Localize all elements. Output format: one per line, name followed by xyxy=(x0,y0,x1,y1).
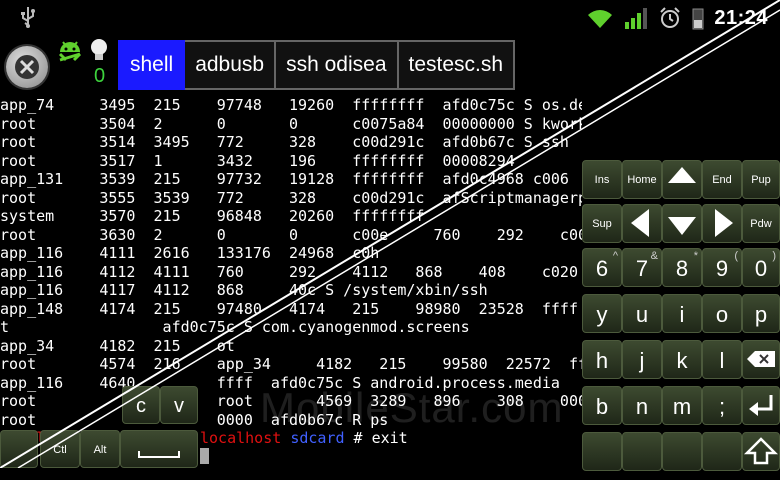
close-button[interactable] xyxy=(6,46,48,88)
key-m[interactable]: m xyxy=(662,386,702,425)
key-semicolon[interactable]: ; xyxy=(702,386,742,425)
session-tabs: shell adbusb ssh odisea testesc.sh xyxy=(118,40,516,90)
tab-testesc[interactable]: testesc.sh xyxy=(398,40,516,90)
key-h[interactable]: h xyxy=(582,340,622,379)
prompt-host: localhost xyxy=(200,429,282,447)
terminal-line: root 0000 afd0b67c R ps xyxy=(0,410,389,429)
tab-shell[interactable]: shell xyxy=(118,40,186,90)
key-c[interactable]: c xyxy=(122,386,160,424)
signal-icon xyxy=(625,8,648,29)
key-ctl[interactable]: Ctl xyxy=(40,430,80,468)
terminal-line: t afd0c75c S com.cyanogenmod.screens xyxy=(0,318,470,336)
tab-ssh-odisea[interactable]: ssh odisea xyxy=(276,40,399,90)
tab-adbusb[interactable]: adbusb xyxy=(185,40,277,90)
usb-icon xyxy=(21,7,35,28)
key-alt[interactable]: Alt xyxy=(80,430,120,468)
backspace-icon xyxy=(747,351,775,367)
key-right[interactable] xyxy=(702,204,742,243)
key-up[interactable] xyxy=(662,160,702,199)
prompt-command: exit xyxy=(371,429,408,447)
prompt-dir: sdcard xyxy=(290,429,345,447)
key-bottom-4[interactable] xyxy=(702,432,742,471)
terminal-line: app_34 4182 215 ot xyxy=(0,336,235,355)
key-bottom-3[interactable] xyxy=(662,432,702,471)
terminal-line: system 3570 215 96848 20260 ffffffff xyxy=(0,207,425,225)
status-bar: 21:24 xyxy=(0,0,780,36)
wifi-icon xyxy=(588,10,613,28)
terminal-line: root 3630 2 0 0 c00e 760 292 c006 xyxy=(0,225,582,244)
terminal-line: root 3504 2 0 0 c0075a84 00000000 S kwor… xyxy=(0,114,582,133)
terminal-line: root root 4569 3289 896 308 0000 xyxy=(0,392,582,410)
session-count: 0 xyxy=(94,65,106,87)
key-end[interactable]: End xyxy=(702,160,742,199)
enter-icon xyxy=(749,395,773,416)
key-ins[interactable]: Ins xyxy=(582,160,622,199)
key-i[interactable]: i xyxy=(662,294,702,333)
terminal-line: root 3517 1 3432 196 ffffffff 00008294 xyxy=(0,151,515,170)
space-icon xyxy=(138,451,180,458)
terminal-line: app_116 4640 ffff afd0c75c S android.pro… xyxy=(0,373,560,392)
android-icon[interactable] xyxy=(56,38,84,62)
terminal-cursor xyxy=(200,448,209,464)
key-n[interactable]: n xyxy=(622,386,662,425)
key-y[interactable]: y xyxy=(582,294,622,333)
key-v[interactable]: v xyxy=(160,386,198,424)
key-6[interactable]: 6 ^ xyxy=(582,248,622,287)
terminal-line: app_148 4174 215 97480 4174 215 98980 23… xyxy=(0,299,578,318)
terminal-line: root 4574 216 app_34 4182 215 99580 2257… xyxy=(0,355,582,373)
shift-icon xyxy=(743,437,779,465)
key-o[interactable]: o xyxy=(702,294,742,333)
arrow-down-icon xyxy=(668,217,696,235)
terminal-line: app_131 3539 215 97732 19128 ffffffff af… xyxy=(0,170,569,188)
key-backspace[interactable] xyxy=(742,340,780,379)
key-bottom-2[interactable] xyxy=(622,432,662,471)
key-sup[interactable]: Sup xyxy=(582,204,622,243)
clock-time: 21:24 xyxy=(714,6,768,29)
key-b[interactable]: b xyxy=(582,386,622,425)
key-down[interactable] xyxy=(662,204,702,243)
key-9[interactable]: 9( xyxy=(702,248,742,287)
key-8[interactable]: 8 * xyxy=(662,248,702,287)
key-7[interactable]: 7 & xyxy=(622,248,662,287)
arrow-left-icon xyxy=(631,209,649,237)
terminal-line: app_74 3495 215 97748 19260 ffffffff afd… xyxy=(0,96,582,114)
arrow-right-icon xyxy=(715,209,733,237)
key-space[interactable] xyxy=(120,430,198,468)
prompt-symbol: # xyxy=(353,429,363,447)
key-k[interactable]: k xyxy=(662,340,702,379)
key-l[interactable]: l xyxy=(702,340,742,379)
key-j[interactable]: j xyxy=(622,340,662,379)
key-shift[interactable] xyxy=(742,432,780,471)
key-tab[interactable] xyxy=(0,430,38,468)
key-u[interactable]: u xyxy=(622,294,662,333)
terminal-line: app_116 4117 4112 868 40c S /system/xbin… xyxy=(0,281,488,299)
key-left[interactable] xyxy=(622,204,662,243)
alarm-icon xyxy=(660,7,681,28)
terminal-output[interactable]: app_74 3495 215 97748 19260 ffffffff afd… xyxy=(0,96,582,468)
key-home[interactable]: Home xyxy=(622,160,662,199)
terminal-line: root 3555 3539 772 328 c00d291c afScript… xyxy=(0,188,582,207)
x-icon xyxy=(19,59,35,75)
terminal-line: root 3514 3495 772 328 c00d291c afd0b67c… xyxy=(0,133,569,151)
arrow-up-icon xyxy=(668,167,696,183)
terminal-line: app_116 4111 2616 133176 24968 c0h xyxy=(0,244,380,262)
key-0[interactable]: 0) xyxy=(742,248,780,287)
key-pup[interactable]: Pup xyxy=(742,160,780,199)
terminal-line: app_116 4112 4111 760 292 4112 868 408 c… xyxy=(0,262,578,281)
terminal-prompt: localhost sdcard # exit xyxy=(200,429,408,448)
key-p[interactable]: p xyxy=(742,294,780,333)
on-screen-keypad: Ins Home End Pup Sup Pdw 6 ^ 7 & 8 * 9( 0) … xyxy=(582,160,780,471)
battery-icon xyxy=(692,8,704,30)
key-enter[interactable] xyxy=(742,386,780,425)
lightbulb-icon[interactable] xyxy=(90,38,108,64)
key-pdw[interactable]: Pdw xyxy=(742,204,780,243)
key-bottom-1[interactable] xyxy=(582,432,622,471)
